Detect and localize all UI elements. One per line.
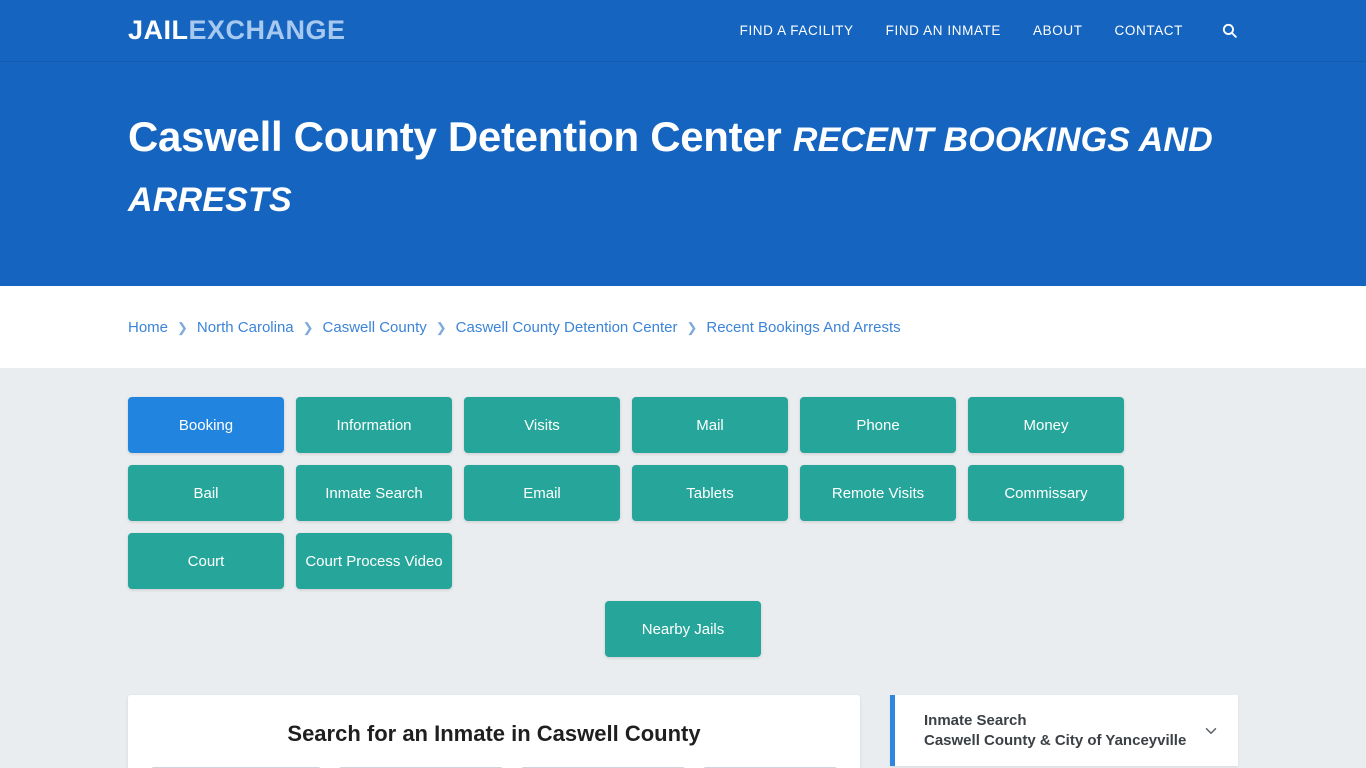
breadcrumb-item-recent-bookings-and-arrests[interactable]: Recent Bookings And Arrests	[706, 319, 900, 336]
chevron-down-icon[interactable]	[1202, 722, 1220, 740]
nav-item-about[interactable]: ABOUT	[1033, 23, 1083, 38]
facility-nav-court-process-video[interactable]: Court Process Video	[296, 533, 452, 590]
facility-nav-row-3: Nearby Jails	[128, 601, 1238, 658]
accordion-item-text: Inmate Search Caswell County & City of Y…	[924, 711, 1188, 750]
facility-nav-booking[interactable]: Booking	[128, 397, 284, 454]
logo-text-secondary: EXCHANGE	[188, 15, 346, 45]
breadcrumb-separator-icon: ❯	[302, 319, 314, 335]
breadcrumb-bar: Home ❯ North Carolina ❯ Caswell County ❯…	[0, 286, 1366, 369]
hero-banner: Caswell County Detention Center Recent B…	[0, 62, 1366, 287]
breadcrumb-item-caswell-county[interactable]: Caswell County	[323, 319, 427, 336]
facility-nav-nearby-jails[interactable]: Nearby Jails	[605, 601, 761, 658]
facility-nav-commissary[interactable]: Commissary	[968, 465, 1124, 522]
breadcrumb-separator-icon: ❯	[177, 319, 188, 335]
nav-item-contact[interactable]: CONTACT	[1115, 23, 1183, 38]
logo-text-primary: JAIL	[128, 15, 189, 45]
inmate-search-title: Search for an Inmate in Caswell County	[287, 721, 701, 747]
facility-nav-tablets[interactable]: Tablets	[632, 465, 788, 522]
facility-nav-court[interactable]: Court	[128, 533, 284, 590]
facility-nav-remote-visits[interactable]: Remote Visits	[800, 465, 956, 522]
site-logo[interactable]: JAILEXCHANGE	[128, 17, 346, 44]
site-header: JAILEXCHANGE FIND A FACILITY FIND AN INM…	[0, 0, 1366, 62]
breadcrumb-item-home[interactable]: Home	[128, 319, 168, 336]
facility-nav-information[interactable]: Information	[296, 397, 452, 454]
facility-nav-money[interactable]: Money	[968, 397, 1124, 454]
accordion-item-inmate-search-county[interactable]: Inmate Search Caswell County & City of Y…	[890, 695, 1238, 767]
content-split: Search for an Inmate in Caswell County R…	[128, 657, 1238, 768]
search-icon[interactable]	[1221, 22, 1238, 39]
main-nav: FIND A FACILITY FIND AN INMATE ABOUT CON…	[740, 22, 1238, 39]
page-title-facility: Caswell County Detention Center	[128, 113, 782, 160]
facility-nav-buttons: Booking Information Visits Mail Phone Mo…	[128, 368, 1238, 658]
facility-nav-inmate-search[interactable]: Inmate Search	[296, 465, 452, 522]
nav-item-find-a-facility[interactable]: FIND A FACILITY	[740, 23, 854, 38]
sidebar: Inmate Search Caswell County & City of Y…	[890, 695, 1238, 768]
facility-nav-visits[interactable]: Visits	[464, 397, 620, 454]
inmate-search-card: Search for an Inmate in Caswell County R…	[128, 695, 860, 768]
facility-nav-mail[interactable]: Mail	[632, 397, 788, 454]
facility-nav-phone[interactable]: Phone	[800, 397, 956, 454]
breadcrumb-separator-icon: ❯	[686, 319, 698, 335]
facility-nav-email[interactable]: Email	[464, 465, 620, 522]
breadcrumb-item-north-carolina[interactable]: North Carolina	[197, 319, 294, 336]
breadcrumb-separator-icon: ❯	[435, 319, 447, 335]
accordion-item-line2: Caswell County & City of Yanceyville	[924, 731, 1187, 749]
page-body: Booking Information Visits Mail Phone Mo…	[0, 368, 1366, 768]
nav-item-find-an-inmate[interactable]: FIND AN INMATE	[886, 23, 1001, 38]
page-title: Caswell County Detention Center Recent B…	[128, 107, 1238, 226]
facility-nav-bail[interactable]: Bail	[128, 465, 284, 522]
breadcrumb: Home ❯ North Carolina ❯ Caswell County ❯…	[128, 319, 901, 336]
accordion-item-line1: Inmate Search	[924, 712, 1027, 730]
breadcrumb-item-caswell-county-detention-center[interactable]: Caswell County Detention Center	[456, 319, 678, 336]
